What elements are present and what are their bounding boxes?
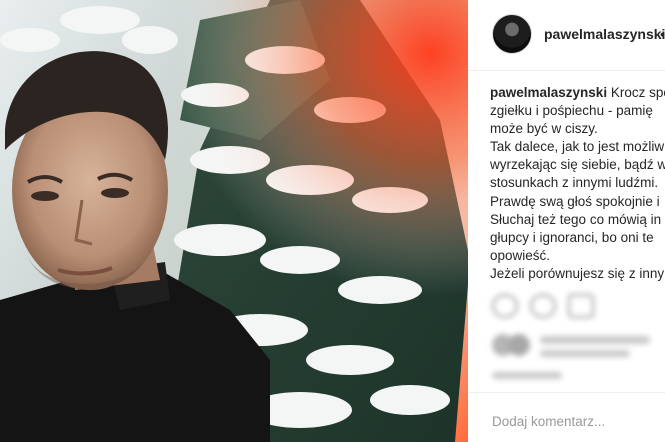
caption-line-5: stosunkach z innymi ludźmi. (490, 175, 659, 191)
add-comment-input[interactable]: Dodaj komentarz... (492, 414, 605, 429)
caption-username[interactable]: pawelmalaszynski (490, 85, 607, 100)
liker-avatar-2 (508, 334, 530, 356)
profile-avatar[interactable] (492, 14, 532, 54)
blurred-actions (468, 288, 665, 388)
timestamp-line (492, 372, 562, 379)
caption-line-4: wyrzekając się siebie, bądź w (490, 157, 665, 173)
post-header: pawelmalaszynski • (468, 0, 665, 71)
post-side-panel: pawelmalaszynski • pawelmalaszynski Kroc… (468, 0, 665, 442)
caption-line-3: Tak dalece, jak to jest możliw (490, 139, 665, 155)
caption-line-6: Prawdę swą głoś spokojnie i (490, 193, 660, 209)
likes-line (540, 336, 650, 344)
share-icon[interactable] (568, 294, 594, 318)
caption-line-1: zgiełku i pośpiechu - pamię (490, 103, 653, 119)
caption-line-0: pawelmalaszynski Krocz spo (490, 84, 665, 102)
photo-scene (0, 0, 468, 442)
header-dot: • (660, 26, 665, 42)
post-caption: pawelmalaszynski Krocz spo zgiełku i poś… (490, 84, 665, 283)
comment-icon[interactable] (530, 294, 556, 318)
header-username[interactable]: pawelmalaszynski (544, 26, 665, 42)
post-photo[interactable] (0, 0, 468, 442)
caption-line-10: Jeżeli porównujesz się z inny (490, 265, 665, 281)
caption-line-8: głupcy i ignoranci, bo oni te (490, 229, 654, 245)
caption-line-2: może być w ciszy. (490, 121, 598, 137)
caption-text-0: Krocz spo (610, 85, 665, 100)
caption-line-7: Słuchaj też tego co mówią in (490, 211, 662, 227)
caption-line-9: opowieść. (490, 247, 551, 263)
likes-line-2 (540, 350, 630, 357)
comment-divider (468, 392, 665, 393)
like-icon[interactable] (492, 294, 518, 318)
